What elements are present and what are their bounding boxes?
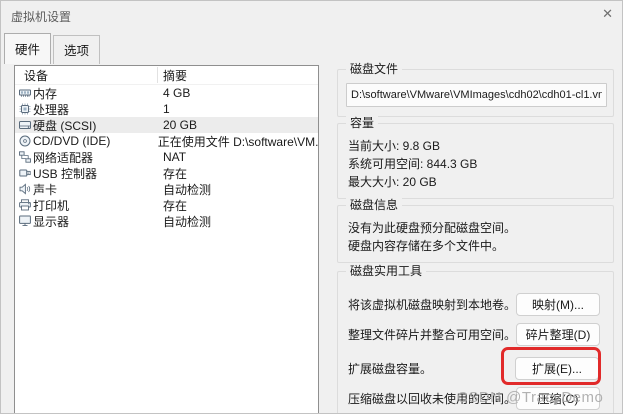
expand-label: 扩展磁盘容量。	[348, 361, 433, 376]
device-list: 设备 摘要 内存 4 GB 处理器 1 硬盘 (SCSI) 20 GB CD/D…	[14, 65, 319, 413]
device-row-usb-controller[interactable]: USB 控制器 存在	[15, 165, 318, 181]
sound-card-icon	[19, 183, 33, 195]
vm-settings-dialog: 虚拟机设置 ✕ 硬件 选项 设备 摘要 内存 4 GB 处理器 1 硬盘 (SC…	[0, 0, 623, 414]
close-icon[interactable]: ✕	[602, 6, 613, 22]
printer-icon	[19, 199, 33, 211]
device-row-cddvd[interactable]: CD/DVD (IDE) 正在使用文件 D:\software\VM...	[15, 133, 318, 149]
device-name: 内存	[33, 86, 58, 101]
window-title: 虚拟机设置	[11, 10, 72, 24]
capacity-group-label: 容量	[346, 116, 379, 131]
titlebar: 虚拟机设置 ✕	[1, 1, 622, 29]
disk-file-path-input[interactable]	[346, 83, 607, 107]
device-name: 网络适配器	[33, 150, 94, 165]
disk-utilities-group: 磁盘实用工具 将该虚拟机磁盘映射到本地卷。 映射(M)... 整理文件碎片并整合…	[337, 264, 614, 413]
max-size-text: 最大大小: 20 GB	[348, 175, 437, 189]
map-button[interactable]: 映射(M)...	[516, 292, 601, 316]
device-name: 声卡	[33, 182, 58, 197]
column-divider	[157, 67, 158, 83]
tab-options[interactable]: 选项	[53, 35, 101, 64]
compact-row: 压缩磁盘以回收未使用的空间。 压缩(C)	[348, 386, 601, 410]
expand-button[interactable]: 扩展(E)...	[515, 356, 599, 380]
network-adapter-icon	[19, 151, 33, 163]
device-name: 处理器	[33, 102, 70, 117]
device-summary: 20 GB	[163, 118, 198, 132]
device-summary: 1	[163, 102, 170, 116]
defragment-row: 整理文件碎片并整合可用空间。 碎片整理(D)	[348, 322, 601, 346]
device-summary: 自动检测	[163, 182, 212, 197]
device-row-printer[interactable]: 打印机 存在	[15, 197, 318, 213]
disk-file-group: 磁盘文件	[337, 62, 614, 117]
disk-info-group: 磁盘信息 没有为此硬盘预分配磁盘空间。 硬盘内容存储在多个文件中。	[337, 198, 614, 263]
device-row-memory[interactable]: 内存 4 GB	[15, 85, 318, 101]
column-header-device[interactable]: 设备	[15, 67, 157, 84]
device-name: 打印机	[33, 198, 70, 213]
harddisk-icon	[19, 119, 33, 131]
tab-bar: 硬件 选项	[4, 33, 102, 64]
device-name: USB 控制器	[33, 166, 98, 181]
device-row-harddisk[interactable]: 硬盘 (SCSI) 20 GB	[15, 117, 318, 133]
tab-hardware[interactable]: 硬件	[4, 33, 52, 64]
expand-row: 扩展磁盘容量。 扩展(E)...	[348, 356, 599, 380]
device-summary: 正在使用文件 D:\software\VM...	[157, 134, 318, 149]
column-header-summary[interactable]: 摘要	[157, 67, 187, 84]
device-row-network-adapter[interactable]: 网络适配器 NAT	[15, 149, 318, 165]
map-label: 将该虚拟机磁盘映射到本地卷。	[348, 297, 517, 312]
display-icon	[19, 215, 33, 227]
disk-info-group-label: 磁盘信息	[346, 198, 403, 213]
device-row-processor[interactable]: 处理器 1	[15, 101, 318, 117]
disk-utilities-group-label: 磁盘实用工具	[346, 264, 427, 279]
system-free-space-text: 系统可用空间: 844.3 GB	[348, 157, 478, 171]
disk-info-line1: 没有为此硬盘预分配磁盘空间。	[348, 221, 517, 235]
device-summary: 存在	[163, 198, 188, 213]
memory-icon	[19, 87, 33, 99]
compact-label: 压缩磁盘以回收未使用的空间。	[348, 391, 517, 406]
current-size-text: 当前大小: 9.8 GB	[348, 139, 441, 153]
device-name: 显示器	[33, 214, 70, 229]
processor-icon	[19, 103, 33, 115]
device-name: CD/DVD (IDE)	[33, 134, 111, 148]
device-summary: 存在	[163, 166, 188, 181]
device-summary: 自动检测	[163, 214, 212, 229]
device-name: 硬盘 (SCSI)	[33, 118, 97, 133]
cd-dvd-icon	[19, 135, 33, 147]
device-summary: 4 GB	[163, 86, 191, 100]
device-row-display[interactable]: 显示器 自动检测	[15, 213, 318, 229]
map-row: 将该虚拟机磁盘映射到本地卷。 映射(M)...	[348, 292, 601, 316]
capacity-group: 容量 当前大小: 9.8 GB 系统可用空间: 844.3 GB 最大大小: 2…	[337, 116, 614, 199]
defragment-button[interactable]: 碎片整理(D)	[516, 322, 601, 346]
usb-controller-icon	[19, 167, 33, 179]
disk-file-group-label: 磁盘文件	[346, 62, 403, 77]
disk-info-line2: 硬盘内容存储在多个文件中。	[348, 239, 505, 253]
device-list-header: 设备 摘要	[15, 66, 318, 85]
compact-button[interactable]: 压缩(C)	[516, 386, 601, 410]
device-summary: NAT	[163, 150, 187, 164]
device-row-sound-card[interactable]: 声卡 自动检测	[15, 181, 318, 197]
defragment-label: 整理文件碎片并整合可用空间。	[348, 327, 517, 342]
